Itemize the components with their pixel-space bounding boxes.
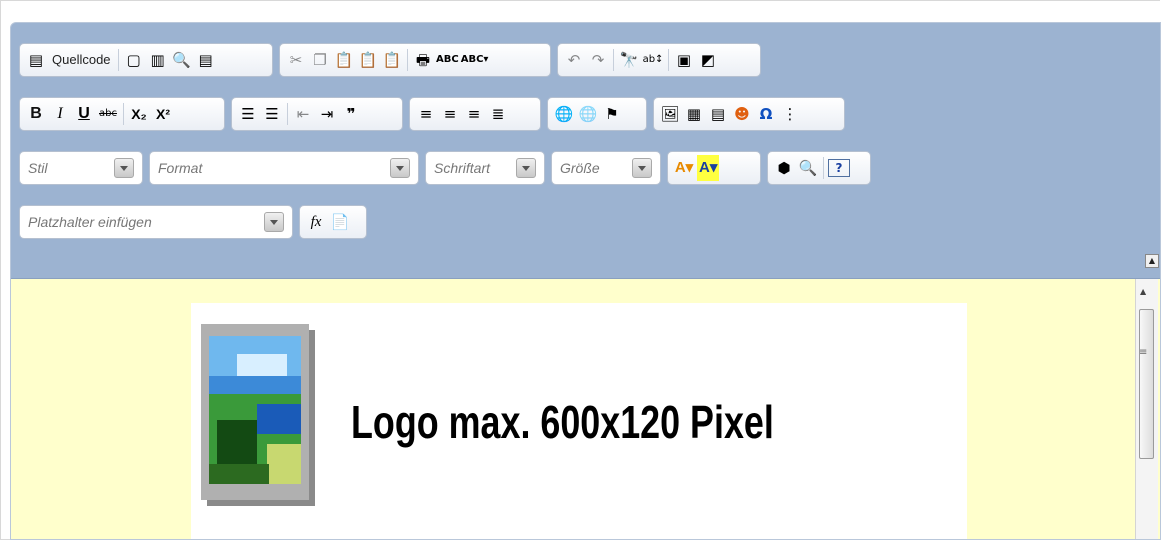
separator	[613, 49, 614, 71]
find-icon[interactable]: 🔭	[618, 47, 640, 73]
logo-placeholder: Logo max. 600x120 Pixel	[191, 303, 967, 539]
vertical-scrollbar[interactable]: ▲ ≡	[1135, 279, 1158, 539]
copy-icon[interactable]: ❐	[309, 47, 331, 73]
scrollbar-thumb[interactable]	[1139, 309, 1154, 459]
toolbar-group-edit: ↶ ↷ 🔭 ab↕ ▣ ◩	[557, 43, 761, 77]
image-icon[interactable]: 🖼	[659, 101, 681, 127]
formula-button[interactable]: fx	[305, 209, 327, 235]
show-blocks-icon[interactable]: 🔍	[797, 155, 819, 181]
text-color-icon[interactable]: A▾	[673, 155, 695, 181]
undo-icon[interactable]: ↶	[563, 47, 585, 73]
spellcheck-dropdown-icon[interactable]: ABC▾	[461, 47, 489, 73]
strikethrough-button[interactable]: abc	[97, 101, 119, 127]
help-icon[interactable]: ?	[828, 159, 850, 177]
align-center-icon[interactable]: ≡	[439, 101, 461, 127]
chevron-down-icon[interactable]	[390, 158, 410, 178]
separator	[123, 103, 124, 125]
font-select-value: Schriftart	[434, 160, 491, 176]
toolbar-group-colors: A▾ A▾	[667, 151, 761, 185]
toolbar-group-basicstyles: B I U abc X₂ X²	[19, 97, 225, 131]
redo-icon[interactable]: ↷	[587, 47, 609, 73]
spellcheck-icon[interactable]: ABC	[436, 47, 459, 73]
font-select[interactable]: Schriftart	[425, 151, 545, 185]
source-icon: ▤	[28, 51, 44, 69]
toolbar-group-insert: 🖼 ▦ ▤ ☻ Ω ⋮	[653, 97, 845, 131]
table-icon[interactable]: ▦	[683, 101, 705, 127]
background-color-icon[interactable]: A▾	[697, 155, 720, 181]
new-page-icon[interactable]: ▢	[123, 47, 145, 73]
subscript-icon[interactable]: X₂	[128, 101, 150, 127]
paste-icon[interactable]: 📋	[333, 47, 355, 73]
chevron-down-icon[interactable]	[114, 158, 134, 178]
bold-button[interactable]: B	[25, 101, 47, 127]
toolbar-group-links: 🌐 🌐 ⚑	[547, 97, 647, 131]
toolbar-group-clipboard: ✂ ❐ 📋 📋 📋 🖶 ABC ABC▾	[279, 43, 551, 77]
toolbar-group-align: ≡ ≡ ≡ ≣	[409, 97, 541, 131]
source-button[interactable]: Quellcode	[49, 47, 114, 73]
style-select-value: Stil	[28, 160, 48, 176]
editor-toolbar: ▤ Quellcode ▢ ▥ 🔍 ▤ ✂ ❐ 📋 📋 📋 🖶 ABC ABC▾…	[11, 23, 1160, 277]
align-justify-icon[interactable]: ≣	[487, 101, 509, 127]
style-select[interactable]: Stil	[19, 151, 143, 185]
anchor-flag-icon[interactable]: ⚑	[601, 101, 623, 127]
editor-content-area[interactable]: Logo max. 600x120 Pixel ▲ ≡	[11, 278, 1160, 539]
separator	[668, 49, 669, 71]
select-all-icon[interactable]: ▣	[673, 47, 695, 73]
separator	[407, 49, 408, 71]
scroll-grip-icon: ≡	[1139, 347, 1148, 358]
chevron-down-icon[interactable]	[264, 212, 284, 232]
image-placeholder-icon	[201, 324, 315, 506]
remove-format-icon[interactable]: ◩	[697, 47, 719, 73]
page-break-icon[interactable]: ⋮	[779, 101, 801, 127]
chevron-down-icon[interactable]	[632, 158, 652, 178]
size-select-value: Größe	[560, 160, 600, 176]
maximize-icon[interactable]: ⬢	[773, 155, 795, 181]
logo-placeholder-text: Logo max. 600x120 Pixel	[351, 396, 774, 448]
replace-icon[interactable]: ab↕	[642, 47, 664, 73]
paste-word-icon[interactable]: 📋	[381, 47, 403, 73]
rich-text-editor: ▤ Quellcode ▢ ▥ 🔍 ▤ ✂ ❐ 📋 📋 📋 🖶 ABC ABC▾…	[10, 22, 1161, 540]
toolbar-group-formula: fx 📄	[299, 205, 367, 239]
placeholder-select[interactable]: Platzhalter einfügen	[19, 205, 293, 239]
chevron-down-icon[interactable]	[516, 158, 536, 178]
special-char-icon[interactable]: Ω	[755, 101, 777, 127]
outdent-icon[interactable]: ⇤	[292, 101, 314, 127]
separator	[287, 103, 288, 125]
blockquote-icon[interactable]: ❞	[340, 101, 362, 127]
unlink-icon[interactable]: 🌐	[577, 101, 599, 127]
link-icon[interactable]: 🌐	[553, 101, 575, 127]
separator	[823, 157, 824, 179]
bulleted-list-icon[interactable]: ☰	[261, 101, 283, 127]
document-icon[interactable]: ▤	[195, 47, 217, 73]
toolbar-group-tools: ⬢ 🔍 ?	[767, 151, 871, 185]
format-select-value: Format	[158, 160, 203, 176]
indent-icon[interactable]: ⇥	[316, 101, 338, 127]
separator	[117, 49, 119, 71]
align-left-icon[interactable]: ≡	[415, 101, 437, 127]
numbered-list-icon[interactable]: ☰	[237, 101, 259, 127]
smiley-icon[interactable]: ☻	[731, 101, 753, 127]
templates-icon[interactable]: ▥	[147, 47, 169, 73]
placeholder-select-value: Platzhalter einfügen	[28, 214, 152, 230]
underline-button[interactable]: U	[73, 101, 95, 127]
toolbar-collapse-button[interactable]: ▲	[1145, 254, 1159, 268]
cut-icon[interactable]: ✂	[285, 47, 307, 73]
insert-document-icon[interactable]: 📄	[329, 209, 351, 235]
print-icon[interactable]: 🖶	[412, 47, 434, 73]
paste-text-icon[interactable]: 📋	[357, 47, 379, 73]
scroll-up-icon[interactable]: ▲	[1140, 287, 1146, 296]
format-select[interactable]: Format	[149, 151, 419, 185]
align-right-icon[interactable]: ≡	[463, 101, 485, 127]
toolbar-group-paragraph: ☰ ☰ ⇤ ⇥ ❞	[231, 97, 403, 131]
superscript-icon[interactable]: X²	[152, 101, 174, 127]
italic-button[interactable]: I	[49, 101, 71, 127]
preview-icon[interactable]: 🔍	[171, 47, 193, 73]
horizontal-line-icon[interactable]: ▤	[707, 101, 729, 127]
toolbar-group-document: ▤ Quellcode ▢ ▥ 🔍 ▤	[19, 43, 273, 77]
size-select[interactable]: Größe	[551, 151, 661, 185]
